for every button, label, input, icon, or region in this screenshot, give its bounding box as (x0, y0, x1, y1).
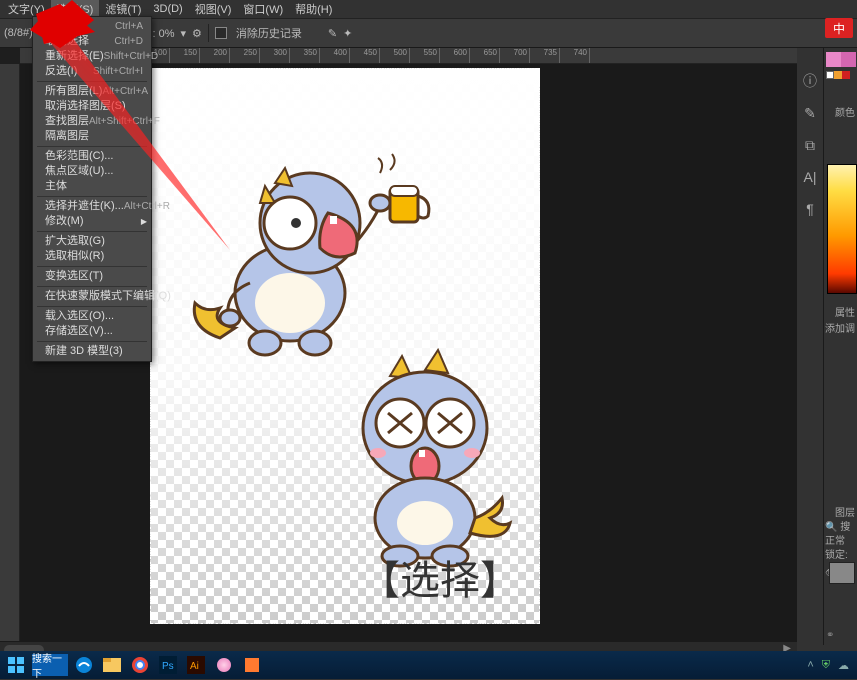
menu-item-focus-area[interactable]: 焦点区域(U)... (33, 164, 151, 179)
layers-panel: 🔍 搜 正常 锁定: 👁 (823, 518, 857, 586)
watermark-text: 【选择】 (360, 548, 520, 606)
history-checkbox[interactable] (215, 27, 227, 39)
explorer-icon[interactable] (100, 654, 124, 676)
menu-item-select-mask[interactable]: 选择并遮住(K)...Alt+Ctrl+R (33, 199, 151, 214)
edit-icon[interactable]: ✎ (328, 27, 337, 40)
system-tray: ˄ ⛨ ☁ (807, 659, 857, 672)
brush-icon[interactable]: ✎ (801, 104, 819, 122)
app-pink-icon[interactable] (212, 654, 236, 676)
layers-panel-tab[interactable]: 图层 (835, 504, 855, 519)
history-icon[interactable]: ⓘ (801, 72, 819, 90)
type-icon[interactable]: A| (801, 168, 819, 186)
ime-badge[interactable]: 中 (825, 18, 853, 38)
menu-window[interactable]: 窗口(W) (237, 0, 289, 19)
layer-thumbnail[interactable] (829, 562, 855, 584)
layer-lock: 锁定: (823, 546, 857, 560)
chrome-icon[interactable] (128, 654, 152, 676)
menu-3d[interactable]: 3D(D) (147, 1, 188, 17)
butterfly-icon[interactable]: ✦ (343, 27, 352, 40)
menu-item-similar[interactable]: 选取相似(R) (33, 249, 151, 264)
menu-item-transform[interactable]: 变换选区(T) (33, 269, 151, 284)
clone-icon[interactable]: ⧉ (801, 136, 819, 154)
menu-item-modify[interactable]: 修改(M) (33, 214, 151, 229)
layer-blend-mode[interactable]: 正常 (823, 532, 857, 546)
svg-text:Ai: Ai (190, 661, 199, 672)
menu-item-reselect[interactable]: 重新选择(E)Shift+Ctrl+D (33, 49, 151, 64)
menu-item-quick-mask[interactable]: 在快速蒙版模式下编辑(Q) (33, 289, 151, 304)
edge-icon[interactable] (72, 654, 96, 676)
select-menu-dropdown: 全选Ctrl+A 取消选择Ctrl+D 重新选择(E)Shift+Ctrl+D … (32, 16, 152, 362)
menu-item-color-range[interactable]: 色彩范围(C)... (33, 149, 151, 164)
paragraph-icon[interactable]: ¶ (801, 200, 819, 218)
link-icon[interactable]: ⚭ (826, 630, 834, 641)
right-tool-strip: ⓘ ✎ ⧉ A| ¶ (797, 72, 823, 218)
panel-dock: 颜色 属性 添加调 图层 🔍 搜 正常 锁定: 👁 ⚭ (823, 48, 857, 645)
menu-item-deselect[interactable]: 取消选择Ctrl+D (33, 34, 151, 49)
menu-view[interactable]: 视图(V) (189, 0, 238, 19)
menu-item-inverse[interactable]: 反选(I)Shift+Ctrl+I (33, 64, 151, 79)
dropdown-arrow-icon[interactable]: ▾ (180, 27, 186, 40)
gear-icon[interactable]: ⚙ (192, 27, 202, 40)
properties-panel-tab[interactable]: 属性 (835, 304, 855, 319)
menu-item-deselect-layers[interactable]: 取消选择图层(S) (33, 99, 151, 114)
windows-taskbar: 搜索一下 Ps Ai ˄ ⛨ ☁ (0, 651, 857, 679)
app-orange-icon[interactable] (240, 654, 264, 676)
canvas[interactable]: 【选择】 (150, 68, 540, 624)
menu-help[interactable]: 帮助(H) (289, 0, 338, 19)
menu-item-all-layers[interactable]: 所有图层(L)Alt+Ctrl+A (33, 84, 151, 99)
properties-sub-label: 添加调 (825, 320, 855, 335)
tray-up-icon[interactable]: ˄ (807, 659, 813, 672)
color-panel-tab[interactable]: 颜色 (835, 104, 855, 119)
history-label: 消除历史记录 (236, 25, 302, 41)
layer-search[interactable]: 🔍 搜 (823, 518, 857, 532)
menu-item-isolate-layers[interactable]: 隔离图层 (33, 129, 151, 144)
tray-shield-icon[interactable]: ⛨ (822, 659, 830, 672)
menu-item-grow[interactable]: 扩大选取(G) (33, 234, 151, 249)
menu-item-save-selection[interactable]: 存储选区(V)... (33, 324, 151, 339)
svg-text:Ps: Ps (162, 661, 174, 672)
color-gradient[interactable] (827, 164, 857, 294)
start-button[interactable] (4, 654, 28, 676)
menu-item-find-layers[interactable]: 查找图层Alt+Shift+Ctrl+F (33, 114, 151, 129)
menu-item-subject[interactable]: 主体 (33, 179, 151, 194)
cartoon-dinosaur-1 (180, 128, 430, 368)
menu-item-select-all[interactable]: 全选Ctrl+A (33, 19, 151, 34)
illustrator-icon[interactable]: Ai (184, 654, 208, 676)
resize-indicator: (8/8#) (4, 27, 33, 39)
cartoon-dinosaur-2 (330, 348, 530, 568)
swatch-preview (826, 52, 856, 79)
ruler-vertical (0, 64, 20, 641)
menu-item-new-3d[interactable]: 新建 3D 模型(3) (33, 344, 151, 359)
menu-item-load-selection[interactable]: 载入选区(O)... (33, 309, 151, 324)
taskbar-search[interactable]: 搜索一下 (32, 654, 68, 676)
layer-panel-footer: ⚭ (826, 630, 834, 641)
photoshop-taskbar-icon[interactable]: Ps (156, 654, 180, 676)
tray-cloud-icon[interactable]: ☁ (838, 659, 849, 672)
